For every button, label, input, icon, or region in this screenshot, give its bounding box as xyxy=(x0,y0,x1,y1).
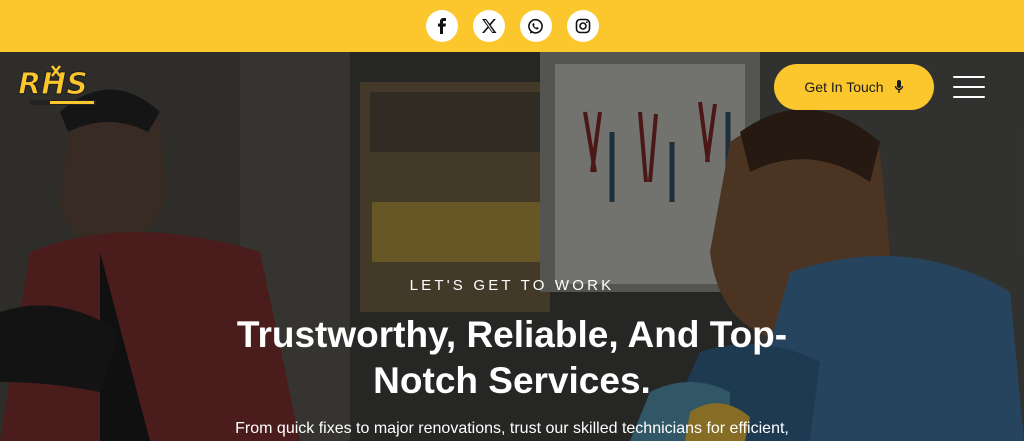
microphone-icon xyxy=(894,79,904,95)
instagram-icon[interactable] xyxy=(566,10,599,42)
x-twitter-icon[interactable] xyxy=(472,10,505,42)
social-bar xyxy=(0,0,1024,52)
whatsapp-icon[interactable] xyxy=(519,10,552,42)
hamburger-menu-icon[interactable] xyxy=(953,76,985,98)
hero-eyebrow: LET'S GET TO WORK xyxy=(409,277,615,294)
get-in-touch-label: Get In Touch xyxy=(804,79,884,95)
get-in-touch-button[interactable]: Get In Touch xyxy=(774,64,934,110)
svg-text:RHS: RHS xyxy=(18,67,88,102)
menu-line xyxy=(953,76,985,78)
hero-subtext: From quick fixes to major renovations, t… xyxy=(235,420,789,437)
hero-headline: Trustworthy, Reliable, And Top-Notch Ser… xyxy=(236,314,788,401)
menu-line xyxy=(953,96,985,98)
site-logo[interactable]: RHS xyxy=(16,62,98,108)
facebook-icon[interactable] xyxy=(425,10,458,42)
menu-line xyxy=(953,86,985,88)
